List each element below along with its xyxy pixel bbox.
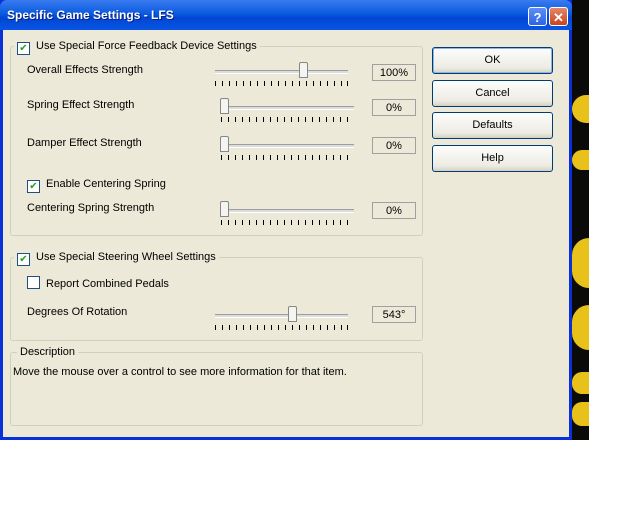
force-feedback-checkbox-row[interactable]: ✔ Use Special Force Feedback Device Setti…: [14, 40, 260, 55]
overall-effects-slider[interactable]: [215, 62, 348, 90]
slider-end-tick: [347, 220, 348, 225]
centering-checkbox-row[interactable]: ✔ Enable Centering Spring: [27, 178, 166, 193]
background-stripe: [572, 95, 589, 123]
slider-thumb[interactable]: [299, 62, 308, 78]
slider-ticks: [215, 325, 348, 330]
description-group: [10, 352, 423, 426]
centering-strength-slider[interactable]: [220, 201, 354, 229]
centering-strength-label: Centering Spring Strength: [27, 202, 155, 214]
steering-checkbox-row[interactable]: ✔ Use Special Steering Wheel Settings: [14, 251, 219, 266]
slider-track: [221, 209, 354, 213]
force-feedback-label: Use Special Force Feedback Device Settin…: [36, 40, 257, 52]
help-button[interactable]: Help: [432, 145, 553, 172]
slider-ticks: [221, 220, 354, 225]
spring-effect-value: 0%: [372, 99, 416, 116]
defaults-button[interactable]: Defaults: [432, 112, 553, 139]
description-title: Description: [17, 346, 79, 358]
window-title: Specific Game Settings - LFS: [7, 8, 174, 22]
background-stripe: [572, 402, 589, 426]
background-stripe: [572, 372, 589, 394]
steering-label: Use Special Steering Wheel Settings: [36, 251, 216, 263]
background-stripe: [572, 238, 589, 288]
slider-track: [221, 144, 354, 148]
background-stripe: [572, 150, 589, 170]
slider-thumb[interactable]: [220, 136, 229, 152]
slider-track: [215, 70, 348, 74]
slider-end-tick: [347, 117, 348, 122]
check-icon: ✔: [29, 181, 38, 192]
rotation-slider[interactable]: [215, 306, 348, 334]
slider-end-tick: [347, 155, 348, 160]
damper-effect-label: Damper Effect Strength: [27, 137, 142, 149]
spring-effect-label: Spring Effect Strength: [27, 99, 135, 111]
description-text: Move the mouse over a control to see mor…: [13, 366, 347, 378]
slider-ticks: [221, 155, 354, 160]
centering-enable-label: Enable Centering Spring: [46, 178, 166, 190]
slider-end-tick: [347, 325, 348, 330]
spring-effect-slider[interactable]: [220, 98, 354, 126]
help-title-button[interactable]: ?: [528, 7, 547, 26]
overall-effects-label: Overall Effects Strength: [27, 64, 143, 76]
centering-strength-value: 0%: [372, 202, 416, 219]
damper-effect-value: 0%: [372, 137, 416, 154]
slider-track: [221, 106, 354, 110]
combined-pedals-row[interactable]: Report Combined Pedals: [27, 276, 169, 290]
question-icon: ?: [533, 10, 542, 25]
settings-dialog: Specific Game Settings - LFS ? ✕ ✔ Use Sp…: [0, 0, 572, 440]
check-icon: ✔: [19, 254, 28, 265]
close-icon: ✕: [553, 10, 564, 25]
combined-pedals-label: Report Combined Pedals: [46, 278, 169, 290]
slider-thumb[interactable]: [220, 201, 229, 217]
dialog-client: ✔ Use Special Force Feedback Device Setti…: [3, 30, 569, 437]
centering-checkbox[interactable]: ✔: [27, 180, 40, 193]
slider-thumb[interactable]: [220, 98, 229, 114]
desktop-background: [572, 0, 589, 440]
cancel-button[interactable]: Cancel: [432, 80, 553, 107]
background-stripe: [572, 305, 589, 350]
rotation-label: Degrees Of Rotation: [27, 306, 128, 318]
check-icon: ✔: [19, 43, 28, 54]
steering-checkbox[interactable]: ✔: [17, 253, 30, 266]
title-bar[interactable]: Specific Game Settings - LFS ? ✕: [0, 0, 572, 30]
slider-end-tick: [347, 81, 348, 86]
damper-effect-slider[interactable]: [220, 136, 354, 164]
slider-ticks: [215, 81, 348, 86]
combined-pedals-checkbox[interactable]: [27, 276, 40, 289]
overall-effects-value: 100%: [372, 64, 416, 81]
ok-button[interactable]: OK: [432, 47, 553, 74]
slider-track: [215, 314, 348, 318]
close-button[interactable]: ✕: [549, 7, 568, 26]
slider-ticks: [221, 117, 354, 122]
force-feedback-checkbox[interactable]: ✔: [17, 42, 30, 55]
rotation-value: 543°: [372, 306, 416, 323]
slider-thumb[interactable]: [288, 306, 297, 322]
